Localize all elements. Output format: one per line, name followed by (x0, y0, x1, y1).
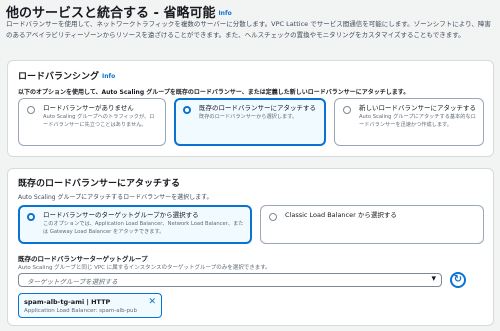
option-label: ロードバランサーのターゲットグループから選択する (43, 211, 199, 219)
caret-down-icon: ▾ (431, 274, 436, 284)
load-balancing-info-link[interactable]: Info (102, 73, 115, 80)
page-description: ロードバランサーを使用して、ネットワークトラフィックを複数のサーバーに分散します… (6, 20, 491, 39)
option-label: 既存のロードバランサーにアタッチする (199, 104, 316, 112)
option-attach-new[interactable]: 新しいロードバランサーにアタッチする Auto Scaling グループにアタッ… (334, 98, 484, 146)
option-classic-lb[interactable]: Classic Load Balancer から選択する (260, 205, 484, 244)
selected-target-group-token: spam-alb-tg-ami | HTTP Application Load … (18, 293, 162, 318)
target-group-description: Auto Scaling グループと同じ VPC に属するインスタンスのターゲッ… (18, 265, 271, 271)
page-info-link[interactable]: Info (218, 10, 231, 17)
target-group-select[interactable]: ターゲットグループを選択する ▾ (18, 273, 442, 287)
load-balancing-title-text: ロードバランシング (18, 72, 100, 82)
attach-existing-title: 既存のロードバランサーにアタッチする (18, 179, 181, 189)
load-balancing-title: ロードバランシング Info (18, 69, 115, 82)
target-group-label: 既存のロードバランサーターゲットグループ (18, 255, 148, 263)
option-attach-existing[interactable]: 既存のロードバランサーにアタッチする 既存のロードバランサーから選択します。 (174, 98, 326, 146)
option-description: Auto Scaling グループにアタッチする基本的なロードバランサーを迅速か… (359, 114, 476, 128)
option-label: 新しいロードバランサーにアタッチする (359, 104, 476, 112)
refresh-icon[interactable]: ↻ (450, 272, 466, 288)
option-no-load-balancer[interactable]: ロードバランサーがありません Auto Scaling グループへのトラフィック… (18, 98, 166, 146)
target-group-placeholder: ターゲットグループを選択する (27, 278, 118, 286)
radio-no-load-balancer[interactable] (27, 106, 35, 114)
token-title: spam-alb-tg-ami | HTTP (24, 298, 111, 306)
attach-existing-description: Auto Scaling グループにアタッチするロードバランサーを選択します。 (18, 194, 213, 201)
token-subtitle: Application Load Balancer: spam-alb-pub (24, 308, 138, 314)
close-icon[interactable]: ✕ (148, 297, 156, 307)
option-label: ロードバランサーがありません (43, 104, 134, 112)
radio-attach-existing[interactable] (183, 106, 191, 114)
option-description: このオプションでは、Application Load Balancer、Netw… (43, 221, 244, 235)
radio-attach-new[interactable] (343, 106, 351, 114)
radio-classic-lb[interactable] (269, 213, 277, 221)
radio-target-groups[interactable] (27, 213, 35, 221)
option-label: Classic Load Balancer から選択する (285, 211, 397, 219)
load-balancing-panel: ロードバランシング Info 以下のオプションを使用して、Auto Scaling… (7, 60, 494, 157)
option-target-groups[interactable]: ロードバランサーのターゲットグループから選択する このオプションでは、Appli… (18, 205, 252, 244)
load-balancing-description: 以下のオプションを使用して、Auto Scaling グループを既存のロードバラ… (18, 89, 410, 96)
option-description: Auto Scaling グループへのトラフィックが、ロードバランサーに先立つこ… (43, 114, 155, 128)
attach-existing-panel: 既存のロードバランサーにアタッチする Auto Scaling グループにアタッ… (7, 168, 494, 326)
option-description: 既存のロードバランサーから選択します。 (199, 114, 298, 120)
